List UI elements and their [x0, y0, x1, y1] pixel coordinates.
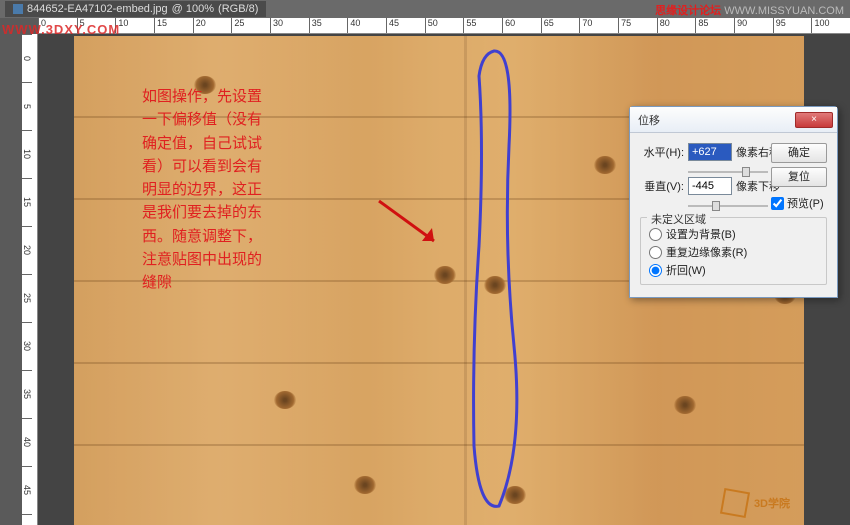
vertical-input[interactable]	[688, 177, 732, 195]
tab-filename: 844652-EA47102-embed.jpg	[27, 3, 168, 15]
logo-3d: 3D学院	[722, 490, 790, 516]
horizontal-label: 水平(H):	[640, 144, 684, 160]
cube-icon	[720, 488, 750, 518]
tab-mode: (RGB/8)	[218, 3, 258, 15]
ok-button[interactable]: 确定	[771, 143, 827, 163]
vertical-slider[interactable]	[688, 201, 768, 211]
dialog-title: 位移	[638, 112, 660, 128]
group-legend: 未定义区域	[647, 211, 710, 227]
tab-zoom: @ 100%	[172, 3, 214, 15]
file-icon	[13, 4, 23, 14]
annotation-circle	[454, 46, 544, 516]
radio-wrap[interactable]: 折回(W)	[649, 262, 818, 278]
instruction-text: 如图操作，先设置一下偏移值（没有确定值，自己试试看）可以看到会有明显的边界，这正…	[142, 86, 267, 295]
horizontal-slider[interactable]	[688, 167, 768, 177]
document-tab[interactable]: 844652-EA47102-embed.jpg @ 100% (RGB/8)	[5, 1, 266, 17]
undefined-area-group: 未定义区域 设置为背景(B) 重复边缘像素(R) 折回(W)	[640, 217, 827, 285]
ruler-vertical[interactable]: 05101520253035404550556065	[22, 34, 38, 525]
reset-button[interactable]: 复位	[771, 167, 827, 187]
vertical-label: 垂直(V):	[640, 178, 684, 194]
watermark-left: WWW.3DXY.COM	[2, 22, 120, 37]
ruler-horizontal[interactable]: 0510152025303540455055606570758085909510…	[38, 18, 850, 34]
horizontal-input[interactable]	[688, 143, 732, 161]
radio-background[interactable]: 设置为背景(B)	[649, 226, 818, 242]
close-button[interactable]: ×	[795, 112, 833, 128]
dialog-titlebar[interactable]: 位移 ×	[630, 107, 837, 133]
annotation-arrow	[374, 196, 454, 256]
offset-dialog: 位移 × 确定 复位 预览(P) 水平(H): 像素右移 垂直(V): 像素下移…	[629, 106, 838, 298]
radio-repeat-edge[interactable]: 重复边缘像素(R)	[649, 244, 818, 260]
preview-checkbox[interactable]: 预览(P)	[771, 195, 827, 211]
watermark-right: 思缘设计论坛 WWW.MISSYUAN.COM	[655, 2, 844, 18]
